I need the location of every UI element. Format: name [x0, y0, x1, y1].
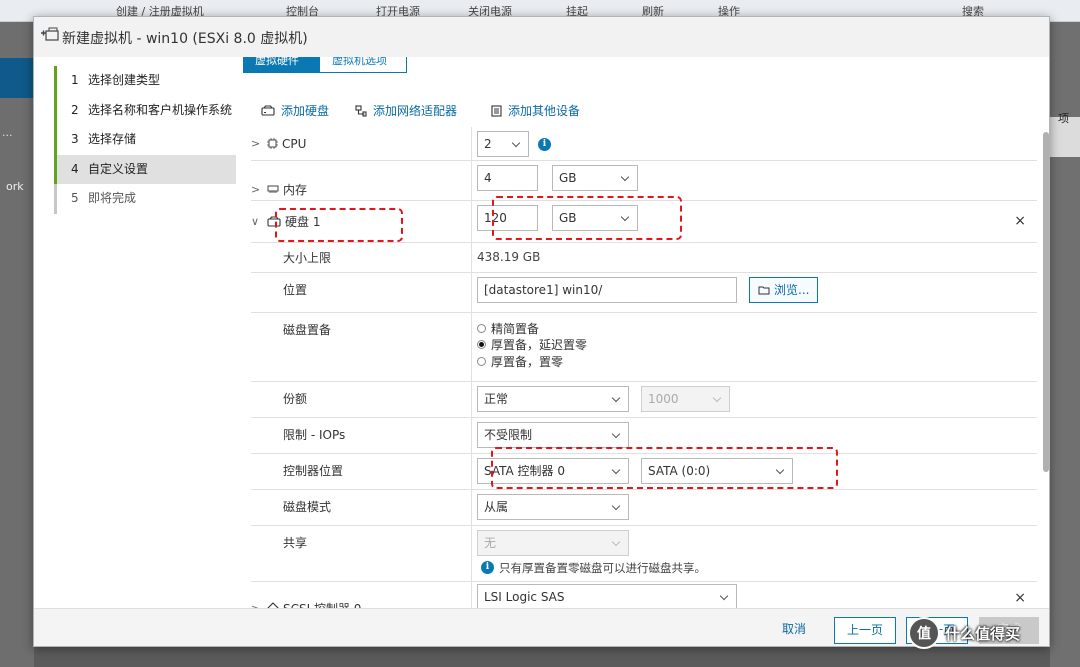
memory-size-input[interactable]: 4 — [477, 165, 538, 191]
scsi-label: > SCSI 控制器 0 — [251, 582, 471, 608]
disk-unit-select[interactable]: GB — [552, 205, 638, 231]
memory-label: > 内存 — [251, 183, 308, 197]
dialog-footer: 取消 上一页 下一页 完成 — [34, 608, 1049, 646]
disk-max-size-value: 438.19 GB — [477, 250, 541, 264]
remove-scsi-icon[interactable]: × — [1014, 590, 1026, 606]
device-icon — [491, 104, 502, 117]
disk-provisioning-row: 磁盘置备 精简置备 厚置备，延迟置零 厚置备，置零 — [251, 313, 1037, 382]
shares-number-select: 1000 — [641, 386, 730, 412]
disk-controller-label: 控制器位置 — [283, 464, 344, 478]
dialog-content: 虚拟硬件 虚拟机选项 添加硬盘 添加网络适配器 添加其他设备 > CPU 2 i… — [237, 57, 1047, 608]
disk-iops-row: 限制 - IOPs 不受限制 — [251, 418, 1037, 454]
disk-size-input[interactable]: 120 — [477, 205, 538, 231]
iops-limit-select[interactable]: 不受限制 — [477, 422, 629, 448]
memory-row: > 内存 4 GB — [251, 161, 1037, 201]
shares-select[interactable]: 正常 — [477, 386, 629, 412]
radio-thick-eager-zeroed[interactable]: 厚置备，置零 — [477, 353, 563, 370]
disk-provisioning-label: 磁盘置备 — [283, 323, 332, 337]
disk-icon — [267, 216, 281, 227]
disk-mode-row: 磁盘模式 从属 — [251, 490, 1037, 526]
folder-icon — [758, 286, 770, 295]
disk1-row: ∨ 硬盘 1 120 GB × — [251, 201, 1037, 243]
disk-max-size-row: 大小上限 438.19 GB — [251, 243, 1037, 273]
radio-button[interactable] — [477, 340, 486, 349]
wizard-step-3[interactable]: 3 选择存储 — [54, 125, 236, 155]
dialog-titlebar: 新建虚拟机 - win10 (ESXi 8.0 虚拟机) — [34, 17, 1049, 57]
disk1-label: ∨ 硬盘 1 — [251, 215, 321, 229]
radio-thick-lazy-zeroed[interactable]: 厚置备，延迟置零 — [477, 336, 587, 353]
chevron-down-icon[interactable]: ∨ — [251, 215, 261, 228]
dialog-title: 新建虚拟机 - win10 (ESXi 8.0 虚拟机) — [62, 31, 308, 47]
wizard-step-1[interactable]: 1 选择创建类型 — [54, 66, 236, 96]
new-vm-dialog: 新建虚拟机 - win10 (ESXi 8.0 虚拟机) 1 选择创建类型 2 选择… — [33, 16, 1050, 647]
bg-selected-nav — [0, 58, 34, 98]
add-disk-button[interactable]: 添加硬盘 — [261, 102, 329, 119]
disk-iops-label: 限制 - IOPs — [283, 428, 346, 442]
tab-virtual-hardware[interactable]: 虚拟硬件 — [243, 57, 319, 73]
info-icon: i — [481, 561, 494, 574]
bg-partial-label: 项 — [1058, 112, 1069, 125]
watermark-logo-icon: 值 — [908, 617, 940, 649]
watermark-text: 什么值得买 — [945, 624, 1021, 643]
sharing-select: 无 — [477, 530, 629, 556]
hardware-grid: > CPU 2 i > 内存 4 GB ∨ 硬盘 1 120 GB × 大小上限… — [251, 127, 1037, 608]
scsi-row: > SCSI 控制器 0 LSI Logic SAS × — [251, 582, 1037, 608]
sharing-note: 只有厚置备置零磁盘可以进行磁盘共享。 — [499, 561, 706, 575]
memory-icon — [267, 185, 279, 193]
disk-shares-label: 份额 — [283, 392, 308, 406]
disk-icon — [261, 105, 275, 116]
disk-shares-row: 份额 正常 1000 — [251, 382, 1037, 418]
background-sidebar: ... ork — [0, 22, 34, 667]
info-icon[interactable]: i — [538, 138, 551, 151]
disk-controller-row: 控制器位置 SATA 控制器 0 SATA (0:0) — [251, 454, 1037, 490]
cpu-icon — [267, 138, 278, 149]
memory-unit-select[interactable]: GB — [552, 165, 638, 191]
radio-button[interactable] — [477, 357, 486, 366]
disk-location-input[interactable]: [datastore1] win10/ — [477, 277, 737, 303]
radio-button[interactable] — [477, 324, 486, 333]
vertical-scrollbar[interactable] — [1042, 57, 1049, 607]
disk-mode-label: 磁盘模式 — [283, 500, 332, 514]
cancel-button[interactable]: 取消 — [764, 617, 824, 644]
disk-sharing-label: 共享 — [283, 536, 308, 550]
chevron-right-icon[interactable]: > — [251, 137, 261, 150]
add-network-adapter-button[interactable]: 添加网络适配器 — [355, 102, 457, 119]
add-other-device-button[interactable]: 添加其他设备 — [491, 102, 580, 119]
cpu-count-select[interactable]: 2 — [477, 131, 529, 157]
disk-mode-select[interactable]: 从属 — [477, 494, 629, 520]
disk-sharing-row: 共享 无 i 只有厚置备置零磁盘可以进行磁盘共享。 — [251, 526, 1037, 582]
radio-thin-provision[interactable]: 精简置备 — [477, 320, 539, 337]
scsi-type-select[interactable]: LSI Logic SAS — [477, 584, 737, 608]
browse-button[interactable]: 浏览... — [749, 277, 819, 303]
watermark: 值 什么值得买 — [908, 616, 1020, 650]
disk-max-size-label: 大小上限 — [283, 251, 332, 265]
chevron-right-icon[interactable]: > — [251, 183, 261, 196]
wizard-step-4[interactable]: 4 自定义设置 — [54, 154, 236, 184]
remove-disk-icon[interactable]: × — [1014, 213, 1026, 229]
wizard-step-5: 5 即将完成 — [54, 184, 236, 214]
cpu-label: > CPU — [251, 136, 307, 151]
new-vm-icon — [41, 27, 59, 41]
bg-partial-label: ork — [6, 180, 24, 193]
controller-select[interactable]: SATA 控制器 0 — [477, 458, 629, 484]
disk-location-label: 位置 — [283, 283, 308, 297]
tab-vm-options[interactable]: 虚拟机选项 — [319, 57, 407, 73]
wizard-step-2[interactable]: 2 选择名称和客户机操作系统 — [54, 95, 236, 125]
back-button[interactable]: 上一页 — [834, 617, 896, 644]
bg-partial-label: ... — [2, 126, 13, 139]
scrollbar-thumb[interactable] — [1043, 132, 1049, 472]
background-right-panel: 项 — [1050, 22, 1080, 667]
wizard-steps: 1 选择创建类型 2 选择名称和客户机操作系统 3 选择存储 4 自定义设置 5 即将完成 — [54, 66, 236, 214]
cpu-row: > CPU 2 i — [251, 127, 1037, 161]
hardware-toolbar: 添加硬盘 添加网络适配器 添加其他设备 — [237, 102, 1047, 122]
network-adapter-icon — [355, 104, 367, 117]
provisioning-radio-group: 精简置备 厚置备，延迟置零 厚置备，置零 — [477, 313, 677, 382]
controller-port-select[interactable]: SATA (0:0) — [641, 458, 793, 484]
disk-location-row: 位置 [datastore1] win10/ 浏览... — [251, 273, 1037, 313]
